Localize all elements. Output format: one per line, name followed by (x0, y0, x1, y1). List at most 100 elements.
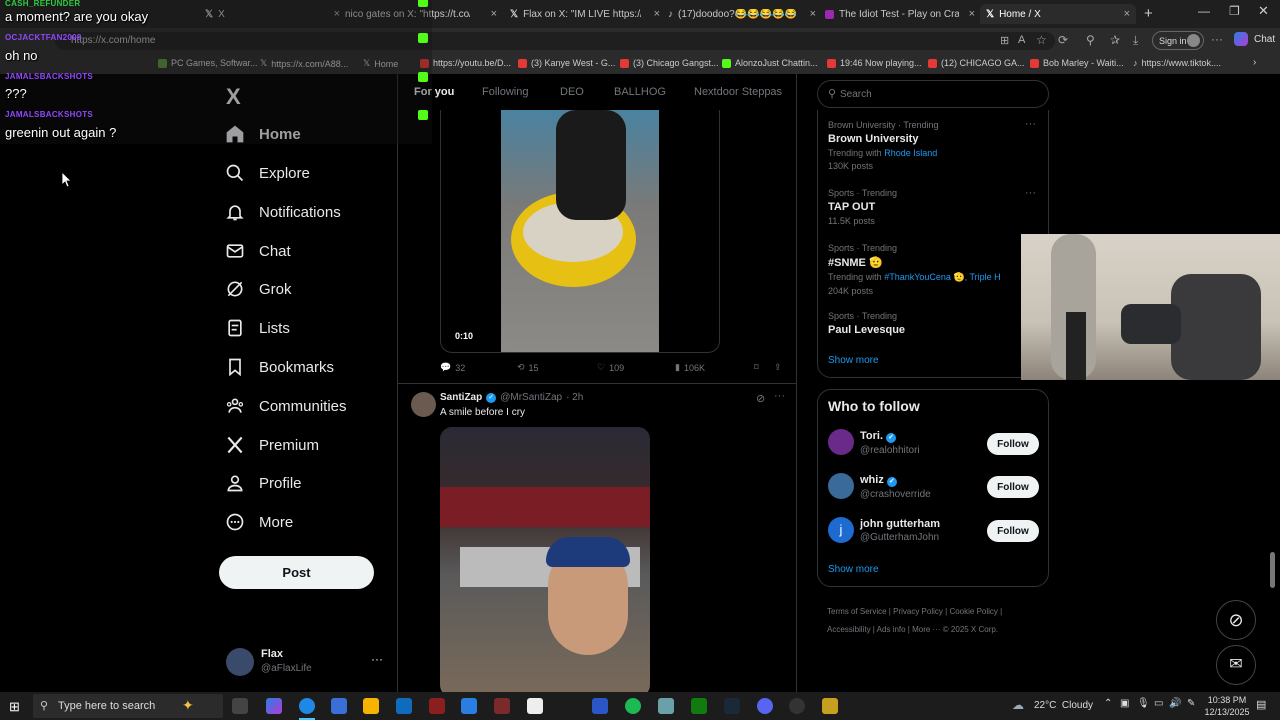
app-icon[interactable] (592, 698, 608, 714)
avatar[interactable]: j (828, 517, 854, 543)
avatar[interactable] (828, 429, 854, 455)
repost-button[interactable]: ⟲ 15 (517, 362, 539, 373)
bookmark-item[interactable]: (3) Chicago Gangst... (620, 58, 719, 68)
avatar[interactable] (828, 473, 854, 499)
app-icon[interactable] (461, 698, 477, 714)
clock-time[interactable]: 10:38 PM (1207, 695, 1247, 705)
read-aloud-icon[interactable]: A (1018, 34, 1025, 46)
pen-icon[interactable]: ✎ (1187, 698, 1195, 709)
follow-button[interactable]: Follow (987, 433, 1039, 455)
extensions-icon[interactable]: ⚲ (1086, 33, 1095, 47)
more-dots-icon[interactable]: ··· (1025, 118, 1036, 130)
app-icon[interactable] (494, 698, 510, 714)
steam-icon[interactable] (724, 698, 740, 714)
more-dots-icon[interactable]: ··· (1025, 187, 1036, 199)
trend-item[interactable]: Sports · Trending #SNME 🫡 Trending with … (828, 243, 1038, 296)
tweet-photo[interactable] (440, 427, 650, 692)
minimize-icon[interactable]: — (1198, 4, 1210, 18)
bookmark-item[interactable]: 19:46 Now playing... (827, 58, 922, 68)
task-view-icon[interactable] (232, 698, 248, 714)
sidebar-item-communities[interactable]: Communities (225, 392, 347, 420)
taskbar-search-input[interactable]: ⚲ Type here to search (33, 694, 223, 718)
browser-tab[interactable]: nico gates on X: "https://t.co/wQ × (345, 4, 497, 24)
copilot-icon[interactable] (1234, 32, 1248, 46)
favorites-icon[interactable]: ✰ (1110, 33, 1120, 47)
sidebar-item-more[interactable]: More (225, 508, 293, 536)
avatar[interactable] (411, 392, 436, 417)
tab-following[interactable]: Following (482, 86, 528, 98)
tab-deo[interactable]: DEO (560, 86, 584, 98)
sidebar-item-explore[interactable]: Explore (225, 159, 310, 187)
menu-dots-icon[interactable]: ··· (1211, 32, 1223, 46)
signin-button[interactable]: Sign in (1152, 31, 1204, 50)
chevron-up-icon[interactable]: ⌃ (1104, 698, 1112, 709)
app-icon[interactable]: ⊞ (1000, 34, 1009, 47)
like-button[interactable]: ♡ 109 (597, 362, 624, 373)
bookmark-item[interactable]: https://youtu.be/D... (420, 58, 511, 68)
post-button[interactable]: Post (219, 556, 374, 589)
edge-icon[interactable] (299, 698, 315, 714)
chevron-right-icon[interactable]: › (1253, 57, 1256, 68)
follow-suggestion[interactable]: john gutterham @GutterhamJohn (860, 518, 940, 543)
views-button[interactable]: ▮ 106K (675, 362, 705, 373)
notification-icon[interactable]: ▤ (1256, 698, 1266, 711)
tab-for-you[interactable]: For you (414, 86, 454, 98)
tab-close-icon[interactable]: × (810, 8, 816, 20)
bookmark-item[interactable]: 𝕏 Home (363, 58, 398, 69)
trend-item[interactable]: Sports · Trending TAP OUT 11.5K posts (828, 188, 1038, 226)
tab-close-icon[interactable]: × (1124, 8, 1130, 20)
bookmark-item[interactable]: Bob Marley - Waiti... (1030, 58, 1124, 68)
share-button[interactable]: ⇪ (774, 362, 782, 373)
weather-text[interactable]: 22°C Cloudy (1034, 700, 1093, 711)
app-icon[interactable] (429, 698, 445, 714)
discord-icon[interactable] (757, 698, 773, 714)
tweet-video[interactable]: 0:10 (440, 110, 720, 353)
bookmark-item[interactable]: ♪ https://www.tiktok.... (1133, 58, 1221, 68)
sidebar-item-grok[interactable]: Grok (225, 275, 292, 303)
sidebar-item-notifications[interactable]: Notifications (225, 198, 341, 226)
tab-close-icon[interactable]: × (334, 8, 340, 20)
follow-suggestion[interactable]: whiz ✓ @crashoverride (860, 474, 931, 500)
search-input[interactable]: ⚲ Search (817, 80, 1049, 108)
sidebar-item-bookmarks[interactable]: Bookmarks (225, 353, 334, 381)
grok-float-button[interactable]: ⊘ (1216, 600, 1256, 640)
windows-start-icon[interactable]: ⊞ (9, 699, 20, 715)
tab-close-icon[interactable]: × (491, 8, 497, 20)
bookmark-item[interactable]: 𝕏https://x.com/A88... (260, 58, 348, 69)
url-field[interactable]: https://x.com/home (55, 32, 1055, 50)
trend-item[interactable]: Brown University · Trending Brown Univer… (828, 120, 1038, 171)
copilot-icon[interactable] (266, 698, 282, 714)
show-more-link[interactable]: Show more (828, 355, 879, 366)
tweet-author-handle[interactable]: @MrSantiZap (500, 392, 562, 403)
outlook-icon[interactable] (396, 698, 412, 714)
grok-icon[interactable]: ⊘ (756, 392, 765, 405)
follow-suggestion[interactable]: Tori. ✓ @realohhitori (860, 430, 920, 456)
account-switcher[interactable]: Flax @aFlaxLife ··· (226, 646, 386, 680)
new-tab-button[interactable]: + (1144, 5, 1153, 22)
footer-link[interactable]: More ··· (912, 625, 940, 634)
app-icon[interactable] (658, 698, 674, 714)
bookmark-button[interactable]: ⌑ (754, 362, 759, 373)
browser-tab[interactable]: 𝕏 X × (205, 4, 340, 24)
footer-link[interactable]: Terms of Service (827, 607, 887, 616)
sidebar-item-profile[interactable]: Profile (225, 469, 302, 497)
scrollbar-thumb[interactable] (1270, 552, 1275, 588)
tab-close-icon[interactable]: × (969, 8, 975, 20)
app-icon[interactable] (527, 698, 543, 714)
chat-button[interactable]: Chat (1254, 34, 1275, 45)
tray-icon[interactable]: ▣ (1120, 698, 1129, 709)
tab-ballhog[interactable]: BALLHOG (614, 86, 666, 98)
window-close-icon[interactable]: ✕ (1258, 3, 1269, 19)
sidebar-item-lists[interactable]: Lists (225, 314, 290, 342)
sidebar-item-home[interactable]: Home (225, 120, 301, 148)
network-icon[interactable]: ▭ (1154, 698, 1163, 709)
clock-date[interactable]: 12/13/2025 (1204, 707, 1250, 717)
refresh-icon[interactable]: ⟳ (1058, 33, 1068, 47)
follow-button[interactable]: Follow (987, 520, 1039, 542)
volume-icon[interactable]: 🔊 (1169, 698, 1181, 709)
footer-link[interactable]: Ads info (877, 625, 906, 634)
browser-tab-active[interactable]: 𝕏 Home / X × (980, 4, 1136, 24)
bookmark-item[interactable]: (3) Kanye West - G... (518, 58, 615, 68)
trend-item[interactable]: Sports · Trending Paul Levesque (828, 311, 1038, 336)
microphone-icon[interactable]: 🎙 (1137, 698, 1150, 709)
